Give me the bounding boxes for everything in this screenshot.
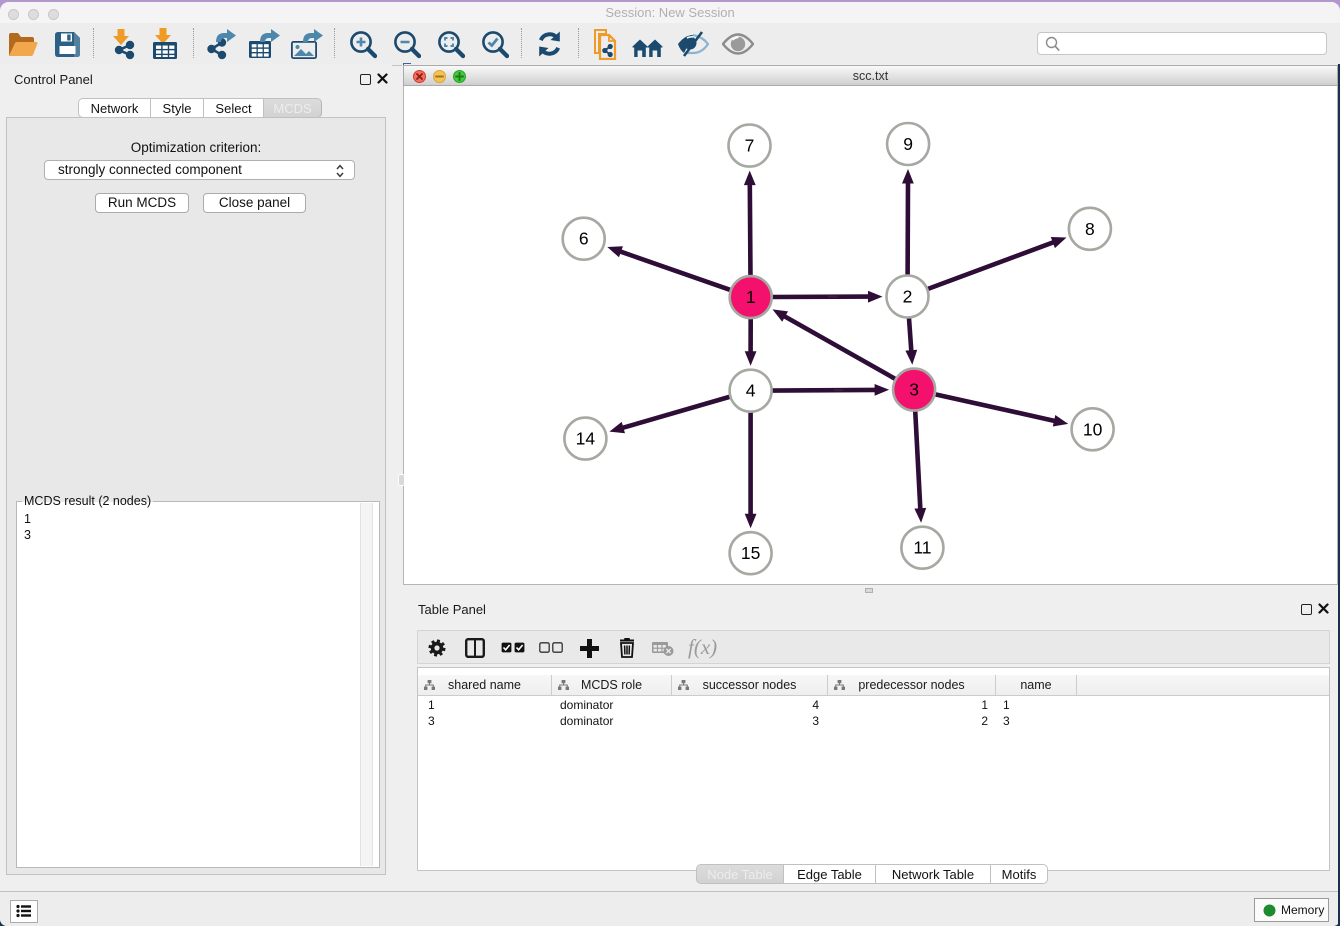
svg-text:4: 4: [746, 381, 756, 401]
svg-text:8: 8: [1085, 219, 1095, 239]
svg-text:1: 1: [746, 287, 756, 307]
svg-text:9: 9: [903, 134, 913, 154]
svg-text:2: 2: [903, 287, 913, 307]
svg-text:10: 10: [1083, 419, 1103, 439]
svg-text:3: 3: [909, 380, 919, 400]
svg-text:7: 7: [745, 136, 755, 156]
svg-text:11: 11: [913, 538, 931, 558]
svg-text:6: 6: [579, 229, 589, 249]
svg-text:14: 14: [576, 429, 596, 449]
svg-text:15: 15: [741, 543, 760, 563]
